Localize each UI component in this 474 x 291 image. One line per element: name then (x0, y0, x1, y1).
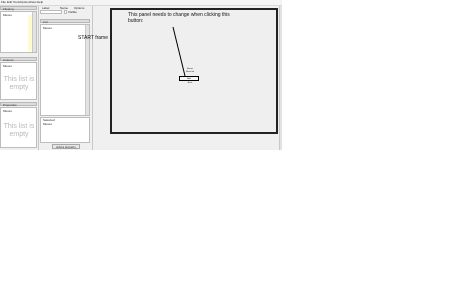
menu-options[interactable]: Options (20, 0, 30, 5)
flipping-list[interactable]: Moves (0, 11, 37, 53)
left-column: Flipping Moves Colours Moves This list i… (0, 6, 37, 150)
list-item[interactable]: Moves (43, 122, 52, 126)
menu-view[interactable]: View (30, 0, 36, 5)
list-item[interactable]: Moves (3, 109, 12, 113)
property-input[interactable] (40, 10, 62, 14)
column-divider[interactable] (92, 6, 93, 150)
empty-list-message: This list is empty (3, 76, 35, 91)
start-frame-label: START frame (78, 35, 109, 41)
list-item[interactable]: Moves (43, 26, 52, 30)
menu-edit[interactable]: Edit (7, 0, 12, 5)
add-button[interactable]: Add (180, 78, 198, 81)
list-panel-title: List (40, 19, 90, 24)
middle-column: Label Name Options Visible List Moves Se… (40, 6, 90, 150)
visible-checkbox-label: Visible (68, 10, 77, 14)
scrollbar[interactable] (32, 12, 36, 52)
colours-list[interactable]: Moves This list is empty (0, 62, 37, 100)
list-item[interactable]: Moves (3, 64, 12, 68)
highlighted-button-outline: Add (179, 76, 199, 81)
properties-list[interactable]: Moves This list is empty (0, 107, 37, 148)
mini-line4: Back (187, 82, 193, 84)
empty-list-message: This list is empty (3, 123, 35, 138)
menu-tools[interactable]: Tools (13, 0, 20, 5)
flipping-panel-title: Flipping (0, 6, 37, 11)
selected-panel: Selected Moves (40, 117, 90, 143)
menu-help[interactable]: Help (37, 0, 43, 5)
menu-file[interactable]: File (1, 0, 6, 5)
add-property-button[interactable]: Add a property (52, 144, 80, 149)
canvas-scrollbar[interactable] (279, 6, 282, 150)
colours-panel-title: Colours (0, 57, 37, 62)
visible-checkbox[interactable] (64, 10, 67, 14)
start-frame-panel: This panel needs to change when clicking… (110, 8, 278, 134)
list-item[interactable]: Moves (3, 13, 12, 17)
properties-panel-title: Properties (0, 102, 37, 107)
mini-line2: Move left (185, 71, 195, 73)
column-divider[interactable] (38, 6, 39, 150)
